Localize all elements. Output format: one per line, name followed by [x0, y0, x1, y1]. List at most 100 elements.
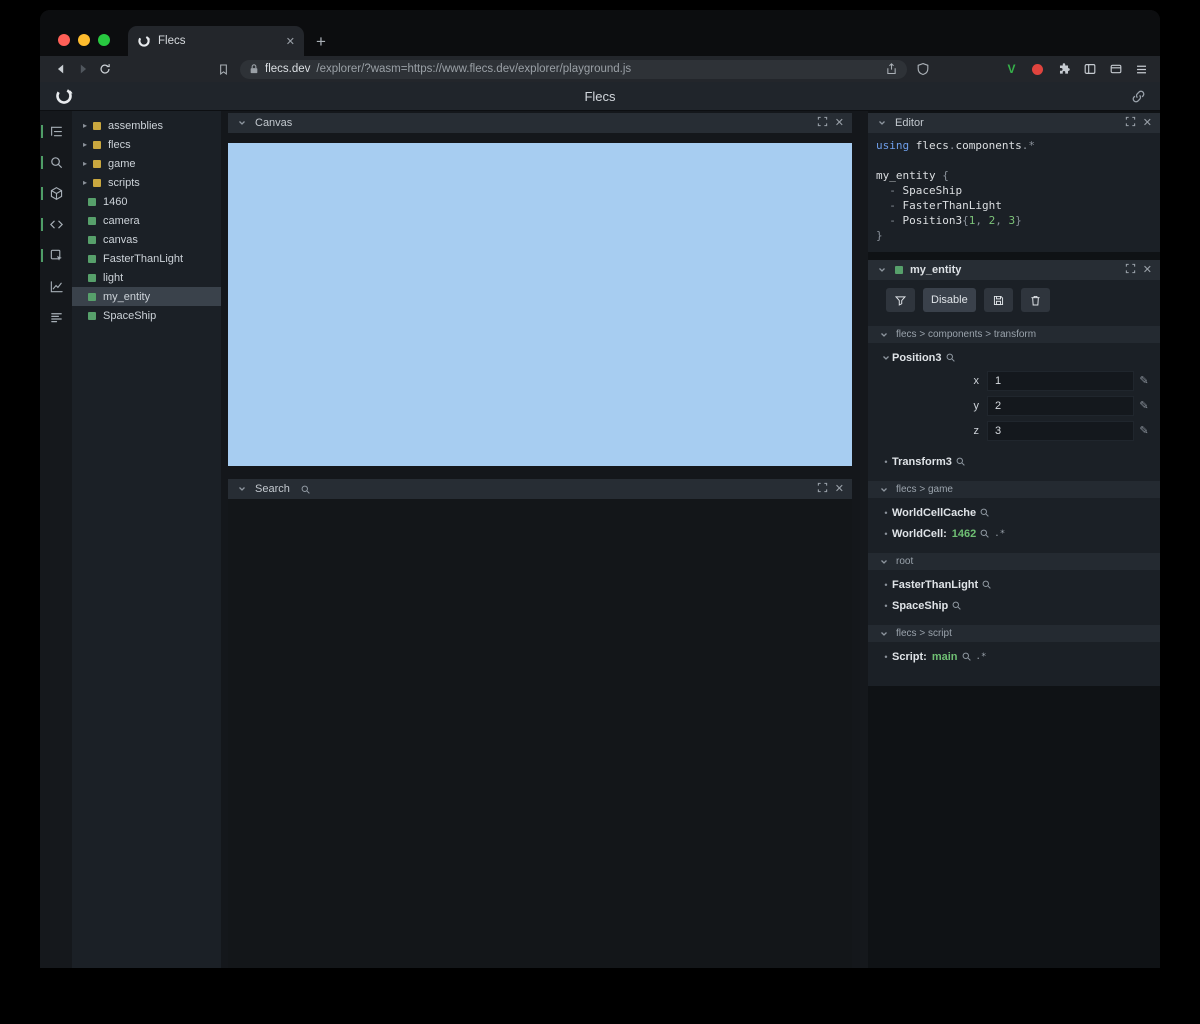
stats-icon[interactable] [40, 305, 72, 330]
vpn-icon[interactable]: V [1003, 62, 1020, 76]
tree-item-assemblies[interactable]: ▸ assemblies [72, 116, 221, 135]
field-input-x[interactable]: 1 [987, 370, 1134, 391]
tree-item-flecs[interactable]: ▸ flecs [72, 135, 221, 154]
editor-code-icon[interactable] [40, 212, 72, 237]
menu-icon[interactable] [1133, 63, 1150, 76]
query-icon[interactable] [952, 601, 961, 610]
tab-close-icon[interactable]: ✕ [286, 35, 295, 48]
chevron-down-icon[interactable] [878, 331, 890, 339]
chevron-down-icon[interactable] [236, 485, 248, 493]
zoom-window-button[interactable] [98, 34, 110, 46]
query-icon[interactable] [980, 508, 989, 517]
delete-button[interactable] [1020, 288, 1050, 312]
new-tab-button[interactable]: + [316, 33, 326, 50]
inspector-icon[interactable] [40, 243, 72, 268]
minimize-window-button[interactable] [78, 34, 90, 46]
section-path: flecs > game [896, 484, 953, 495]
traffic-lights [58, 34, 110, 46]
edit-icon[interactable]: ✎ [1134, 374, 1154, 387]
disable-button[interactable]: Disable [923, 288, 976, 312]
close-icon[interactable]: ✕ [1143, 117, 1152, 129]
expand-icon[interactable] [817, 116, 828, 130]
chevron-down-icon[interactable] [880, 354, 892, 362]
component-row-FasterThanLight[interactable]: • FasterThanLight [868, 574, 1160, 595]
component-section-header[interactable]: flecs > components > transform [868, 326, 1160, 343]
toolbar-extension-cluster: V [1003, 62, 1150, 76]
component-row-Transform3[interactable]: • Transform3 [868, 451, 1160, 472]
tree-item-label: light [103, 271, 124, 284]
tree-item-my_entity[interactable]: my_entity [72, 287, 221, 306]
component-section-header[interactable]: root [868, 553, 1160, 570]
sidebar-toggle-icon[interactable] [1081, 62, 1098, 76]
browser-tab[interactable]: Flecs ✕ [128, 26, 304, 56]
back-button[interactable] [50, 62, 72, 76]
chevron-down-icon[interactable] [876, 119, 888, 127]
query-icon[interactable] [982, 580, 991, 589]
expand-icon[interactable] [1125, 116, 1136, 130]
component-row-WorldCell[interactable]: • WorldCell: 1462 .* [868, 523, 1160, 544]
tree-item-camera[interactable]: camera [72, 211, 221, 230]
component-row-WorldCellCache[interactable]: • WorldCellCache [868, 502, 1160, 523]
bookmark-icon[interactable] [212, 63, 234, 76]
chevron-right-icon[interactable]: ▸ [83, 159, 93, 168]
chevron-down-icon[interactable] [878, 630, 890, 638]
query-icon[interactable] [962, 652, 971, 661]
chevron-right-icon[interactable]: ▸ [83, 140, 93, 149]
shield-icon[interactable] [911, 62, 935, 76]
query-icon[interactable] [956, 457, 965, 466]
tree-item-FasterThanLight[interactable]: FasterThanLight [72, 249, 221, 268]
tree-icon[interactable] [40, 119, 72, 144]
field-row-y: y 2 ✎ [868, 393, 1160, 418]
tree-item-light[interactable]: light [72, 268, 221, 287]
chart-icon[interactable] [40, 274, 72, 299]
component-row-SpaceShip[interactable]: • SpaceShip [868, 595, 1160, 616]
chevron-down-icon[interactable] [878, 486, 890, 494]
tree-item-SpaceShip[interactable]: SpaceShip [72, 306, 221, 325]
wallet-icon[interactable] [1107, 62, 1124, 76]
expand-icon[interactable] [1125, 263, 1136, 277]
forward-button[interactable] [72, 62, 94, 76]
chevron-down-icon[interactable] [878, 558, 890, 566]
reload-button[interactable] [94, 62, 116, 76]
query-icon[interactable] [980, 529, 990, 538]
chevron-down-icon[interactable] [876, 266, 888, 274]
close-window-button[interactable] [58, 34, 70, 46]
expand-icon[interactable] [817, 482, 828, 496]
tree-item-label: scripts [108, 176, 140, 189]
canvas-cube-icon[interactable] [40, 181, 72, 206]
bullet-icon: • [884, 651, 888, 662]
close-icon[interactable]: ✕ [835, 117, 844, 129]
tree-item-canvas[interactable]: canvas [72, 230, 221, 249]
query-icon[interactable] [946, 353, 955, 362]
editor-code[interactable]: using flecs.components.* my_entity { - S… [868, 133, 1160, 252]
tree-item-label: camera [103, 214, 140, 227]
component-value: 1462 [951, 527, 977, 540]
tree-item-1460[interactable]: 1460 [72, 192, 221, 211]
section-path: flecs > components > transform [896, 329, 1037, 340]
component-row-Position3[interactable]: Position3 [868, 347, 1160, 368]
share-icon[interactable] [885, 62, 898, 76]
search-panel-body[interactable] [228, 499, 852, 968]
component-section-header[interactable]: flecs > script [868, 625, 1160, 642]
edit-icon[interactable]: ✎ [1134, 399, 1154, 412]
filter-button[interactable] [886, 288, 915, 312]
edit-icon[interactable]: ✎ [1134, 424, 1154, 437]
chevron-right-icon[interactable]: ▸ [83, 178, 93, 187]
chevron-right-icon[interactable]: ▸ [83, 121, 93, 130]
field-input-y[interactable]: 2 [987, 395, 1134, 416]
component-section-header[interactable]: flecs > game [868, 481, 1160, 498]
close-icon[interactable]: ✕ [1143, 264, 1152, 276]
extensions-puzzle-icon[interactable] [1055, 62, 1072, 76]
save-button[interactable] [983, 288, 1013, 312]
address-bar[interactable]: flecs.dev/explorer/?wasm=https://www.fle… [240, 59, 907, 79]
field-input-z[interactable]: 3 [987, 420, 1134, 441]
tree-item-scripts[interactable]: ▸ scripts [72, 173, 221, 192]
record-extension-icon[interactable] [1029, 63, 1046, 75]
close-icon[interactable]: ✕ [835, 483, 844, 495]
tree-item-game[interactable]: ▸ game [72, 154, 221, 173]
component-row-Script[interactable]: • Script: main .* [868, 646, 1160, 667]
render-canvas[interactable] [228, 143, 852, 466]
search-icon[interactable] [40, 150, 72, 175]
chevron-down-icon[interactable] [236, 119, 248, 127]
share-link-icon[interactable] [1131, 89, 1146, 104]
